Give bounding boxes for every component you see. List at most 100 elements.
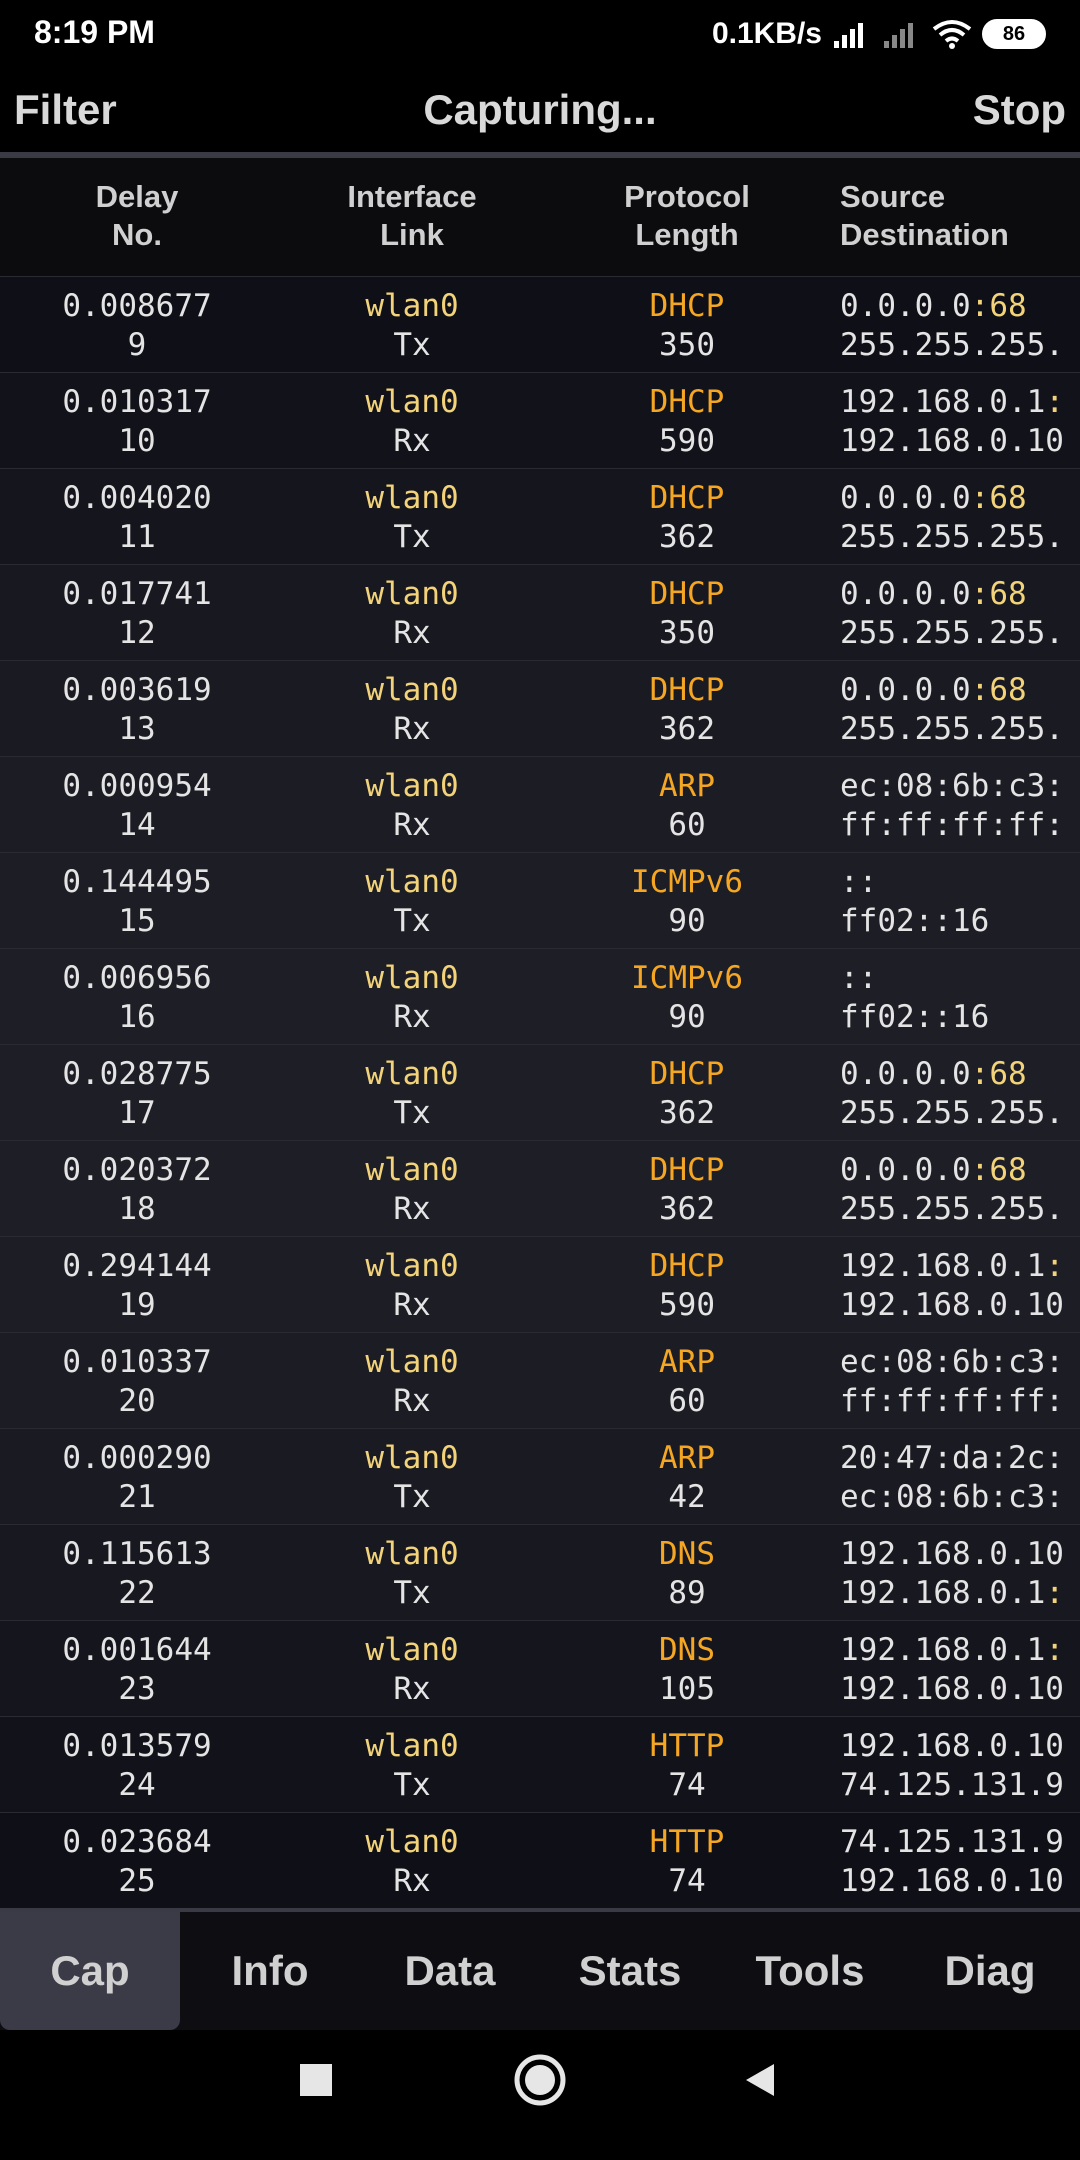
source-destination-cell: :: ff02::16: [840, 863, 1080, 941]
packet-number: 14: [118, 807, 156, 843]
packet-delay: 0.144495: [62, 864, 212, 900]
packet-destination: 192.168.0.10: [840, 422, 1080, 461]
packet-row[interactable]: 0.008677 9 wlan0 Tx DHCP 350 0.0.0.0:68 255.255…: [0, 277, 1080, 373]
packet-source-port: :68: [970, 672, 1027, 708]
packet-protocol: HTTP: [649, 1824, 725, 1860]
packet-source: 192.168.0.10: [840, 1727, 1080, 1766]
packet-source: 74.125.131.9: [840, 1823, 1080, 1862]
tab-cap[interactable]: Cap: [0, 1912, 180, 2030]
packet-row[interactable]: 0.115613 22 wlan0 Tx DNS 89 192.168.0.10 192.16…: [0, 1525, 1080, 1621]
column-header-protocol-length[interactable]: Protocol Length: [590, 178, 784, 254]
packet-link: Rx: [393, 1671, 431, 1707]
status-bar: 8:19 PM 0.1KB/s 86: [0, 0, 1080, 66]
tab-diag[interactable]: Diag: [900, 1912, 1080, 2030]
packet-row[interactable]: 0.028775 17 wlan0 Tx DHCP 362 0.0.0.0:68 255.25…: [0, 1045, 1080, 1141]
packet-delay: 0.017741: [62, 576, 212, 612]
packet-delay: 0.294144: [62, 1248, 212, 1284]
packet-row[interactable]: 0.004020 11 wlan0 Tx DHCP 362 0.0.0.0:68 255.25…: [0, 469, 1080, 565]
triangle-back-icon[interactable]: [740, 2060, 780, 2100]
packet-source: ::: [840, 863, 1080, 902]
stop-button[interactable]: Stop: [973, 86, 1066, 134]
packet-delay: 0.008677: [62, 288, 212, 324]
interface-link-cell: wlan0 Rx: [320, 1631, 504, 1709]
packet-length: 362: [659, 519, 715, 555]
packet-number: 25: [118, 1863, 156, 1899]
packet-number: 20: [118, 1383, 156, 1419]
packet-source: 192.168.0.1:: [840, 383, 1080, 422]
packet-destination-address: ff:ff:ff:ff:: [840, 1383, 1064, 1419]
packet-row[interactable]: 0.017741 12 wlan0 Rx DHCP 350 0.0.0.0:68 255.25…: [0, 565, 1080, 661]
packet-interface: wlan0: [365, 1536, 459, 1572]
interface-link-cell: wlan0 Tx: [320, 1055, 504, 1133]
packet-source: ec:08:6b:c3:: [840, 1343, 1080, 1382]
tab-stats[interactable]: Stats: [540, 1912, 720, 2030]
source-destination-cell: 0.0.0.0:68 255.255.255.: [840, 1151, 1080, 1229]
packet-interface: wlan0: [365, 384, 459, 420]
packet-protocol: ARP: [659, 768, 715, 804]
packet-source: 192.168.0.1:: [840, 1631, 1080, 1670]
delay-no-cell: 0.010337 20: [40, 1343, 234, 1421]
column-header-interface-link[interactable]: Interface Link: [320, 178, 504, 254]
packet-number: 17: [118, 1095, 156, 1131]
packet-source-port: :: [1045, 1248, 1064, 1284]
packet-source-address: 0.0.0.0: [840, 1056, 971, 1092]
filter-button[interactable]: Filter: [14, 86, 117, 134]
packet-row[interactable]: 0.010337 20 wlan0 Rx ARP 60 ec:08:6b:c3: ff:ff:…: [0, 1333, 1080, 1429]
source-destination-cell: 192.168.0.10 192.168.0.1:: [840, 1535, 1080, 1613]
protocol-length-cell: DHCP 590: [590, 1247, 784, 1325]
column-header-delay: Delay: [95, 179, 179, 214]
tab-tools[interactable]: Tools: [720, 1912, 900, 2030]
circle-icon[interactable]: [512, 2052, 568, 2108]
packet-row[interactable]: 0.000290 21 wlan0 Tx ARP 42 20:47:da:2c: ec:08:…: [0, 1429, 1080, 1525]
delay-no-cell: 0.115613 22: [40, 1535, 234, 1613]
packet-delay: 0.000290: [62, 1440, 212, 1476]
interface-link-cell: wlan0 Rx: [320, 1823, 504, 1901]
square-icon[interactable]: [296, 2060, 336, 2100]
packet-protocol: ARP: [659, 1440, 715, 1476]
packet-row[interactable]: 0.144495 15 wlan0 Tx ICMPv6 90:: ff02::16: [0, 853, 1080, 949]
packet-list[interactable]: 0.008677 9 wlan0 Tx DHCP 350 0.0.0.0:68 255.255…: [0, 277, 1080, 1909]
packet-protocol: DHCP: [649, 1248, 725, 1284]
packet-destination-address: 255.255.255.: [840, 711, 1064, 747]
packet-destination: 255.255.255.: [840, 1094, 1080, 1133]
packet-row[interactable]: 0.001644 23 wlan0 Rx DNS 105 192.168.0.1: 192.1…: [0, 1621, 1080, 1717]
packet-destination-address: 192.168.0.10: [840, 1863, 1064, 1899]
tab-data[interactable]: Data: [360, 1912, 540, 2030]
interface-link-cell: wlan0 Tx: [320, 287, 504, 365]
packet-length: 74: [668, 1767, 706, 1803]
packet-row[interactable]: 0.013579 24 wlan0 Tx HTTP 74 192.168.0.10 74.12…: [0, 1717, 1080, 1813]
packet-row[interactable]: 0.020372 18 wlan0 Rx DHCP 362 0.0.0.0:68 255.25…: [0, 1141, 1080, 1237]
packet-delay: 0.010337: [62, 1344, 212, 1380]
packet-length: 105: [659, 1671, 715, 1707]
packet-source-address: 192.168.0.1: [840, 1632, 1046, 1668]
column-header-delay-no[interactable]: Delay No.: [40, 178, 234, 254]
packet-interface: wlan0: [365, 1632, 459, 1668]
packet-source-address: ec:08:6b:c3:: [840, 768, 1064, 804]
packet-destination: ff:ff:ff:ff:: [840, 1382, 1080, 1421]
packet-source-address: 0.0.0.0: [840, 576, 971, 612]
packet-interface: wlan0: [365, 768, 459, 804]
packet-row[interactable]: 0.294144 19 wlan0 Rx DHCP 590 192.168.0.1: 192.…: [0, 1237, 1080, 1333]
packet-destination-address: 192.168.0.10: [840, 423, 1064, 459]
source-destination-cell: 0.0.0.0:68 255.255.255.: [840, 479, 1080, 557]
packet-interface: wlan0: [365, 576, 459, 612]
packet-destination: 255.255.255.: [840, 326, 1080, 365]
packet-length: 89: [668, 1575, 706, 1611]
tab-info[interactable]: Info: [180, 1912, 360, 2030]
delay-no-cell: 0.028775 17: [40, 1055, 234, 1133]
packet-row[interactable]: 0.023684 25 wlan0 Rx HTTP 74 74.125.131.9 192.1…: [0, 1813, 1080, 1909]
packet-source: 0.0.0.0:68: [840, 575, 1080, 614]
packet-row[interactable]: 0.010317 10 wlan0 Rx DHCP 590 192.168.0.1: 192.…: [0, 373, 1080, 469]
packet-interface: wlan0: [365, 960, 459, 996]
delay-no-cell: 0.020372 18: [40, 1151, 234, 1229]
packet-row[interactable]: 0.000954 14 wlan0 Rx ARP 60 ec:08:6b:c3: ff:ff:…: [0, 757, 1080, 853]
packet-destination-address: 255.255.255.: [840, 1095, 1064, 1131]
packet-row[interactable]: 0.003619 13 wlan0 Rx DHCP 362 0.0.0.0:68 255.25…: [0, 661, 1080, 757]
column-header-source-destination[interactable]: Source Destination: [840, 178, 1080, 254]
packet-row[interactable]: 0.006956 16 wlan0 Rx ICMPv6 90:: ff02::16: [0, 949, 1080, 1045]
packet-length: 90: [668, 999, 706, 1035]
packet-interface: wlan0: [365, 1152, 459, 1188]
column-headers: Delay No. Interface Link Protocol Length…: [0, 158, 1080, 277]
packet-destination-address: 74.125.131.9: [840, 1767, 1064, 1803]
protocol-length-cell: DHCP 350: [590, 287, 784, 365]
